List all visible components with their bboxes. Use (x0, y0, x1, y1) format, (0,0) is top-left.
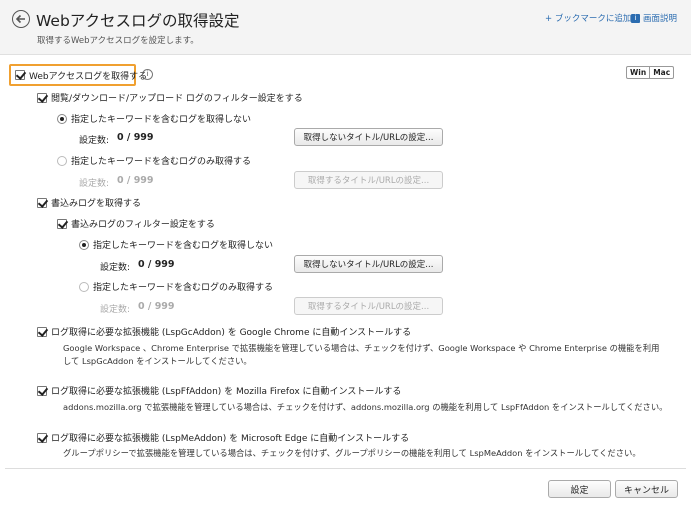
info-icon[interactable]: i (142, 69, 153, 80)
edge-addon-desc-line1: グループポリシーで拡張機能を管理している場合は、チェックを付けず、グループポリシ… (63, 448, 641, 458)
firefox-addon-checkbox[interactable] (37, 385, 47, 396)
help-link-label: 画面説明 (643, 14, 678, 24)
chrome-addon-checkbox[interactable] (37, 326, 47, 337)
write-exclude-label[interactable]: 指定したキーワードを含むログを取得しない (93, 238, 273, 251)
info-icon: i (631, 13, 640, 23)
write-exclude-count-label: 設定数: (100, 263, 131, 273)
browse-include-label[interactable]: 指定したキーワードを含むログのみ取得する (71, 154, 251, 167)
write-filter-checkbox[interactable] (57, 218, 67, 229)
chrome-addon-desc-line2: して LspGcAddon をインストールしてください。 (63, 356, 252, 366)
browse-filter-row: 閲覧/ダウンロード/アップロード ログのフィルター設定をする (37, 91, 303, 104)
firefox-addon-label[interactable]: ログ取得に必要な拡張機能 (LspFfAddon) を Mozilla Fire… (51, 384, 401, 397)
write-exclude-radio[interactable] (79, 239, 89, 250)
back-button[interactable] (12, 10, 30, 28)
page-header: Webアクセスログの取得設定 取得するWebアクセスログを設定します。 + ブッ… (0, 0, 691, 55)
edge-addon-description: グループポリシーで拡張機能を管理している場合は、チェックを付けず、グループポリシ… (63, 447, 641, 460)
write-include-label[interactable]: 指定したキーワードを含むログのみ取得する (93, 280, 273, 293)
write-log-checkbox[interactable] (37, 197, 47, 208)
add-bookmark-link[interactable]: + ブックマークに追加 (545, 12, 631, 24)
write-include-row: 指定したキーワードを含むログのみ取得する (79, 280, 273, 293)
edge-addon-row: ログ取得に必要な拡張機能 (LspMeAddon) を Microsoft Ed… (37, 431, 409, 444)
page-title: Webアクセスログの取得設定 (36, 12, 240, 30)
browse-include-count: 0 / 999 (117, 175, 154, 186)
write-exclude-settings-button[interactable]: 取得しないタイトル/URLの設定... (294, 255, 443, 273)
win-toggle[interactable]: Win (627, 67, 649, 78)
os-toggle: Win Mac (626, 66, 675, 79)
firefox-addon-desc-line1: addons.mozilla.org で拡張機能を管理している場合は、チェックを… (63, 402, 668, 412)
browse-filter-label[interactable]: 閲覧/ダウンロード/アップロード ログのフィルター設定をする (51, 91, 303, 104)
browse-include-radio[interactable] (57, 155, 67, 166)
write-exclude-count: 0 / 999 (138, 259, 175, 270)
arrow-left-icon (16, 14, 25, 24)
help-link[interactable]: i 画面説明 (631, 12, 677, 24)
write-include-settings-button[interactable]: 取得するタイトル/URLの設定... (294, 297, 443, 315)
footer: 設定 キャンセル (0, 469, 691, 508)
write-include-count: 0 / 999 (138, 301, 175, 312)
write-log-label[interactable]: 書込みログを取得する (51, 196, 141, 209)
write-exclude-row: 指定したキーワードを含むログを取得しない (79, 238, 273, 251)
chrome-addon-desc-line1: Google Workspace 、Chrome Enterprise で拡張機… (63, 343, 660, 353)
write-include-radio[interactable] (79, 281, 89, 292)
browse-exclude-row: 指定したキーワードを含むログを取得しない (57, 112, 251, 125)
firefox-addon-row: ログ取得に必要な拡張機能 (LspFfAddon) を Mozilla Fire… (37, 384, 401, 397)
edge-addon-label[interactable]: ログ取得に必要な拡張機能 (LspMeAddon) を Microsoft Ed… (51, 431, 409, 444)
browse-exclude-label[interactable]: 指定したキーワードを含むログを取得しない (71, 112, 251, 125)
page-subtitle: 取得するWebアクセスログを設定します。 (37, 36, 199, 46)
write-filter-label[interactable]: 書込みログのフィルター設定をする (71, 217, 215, 230)
enable-web-log-checkbox[interactable] (15, 70, 25, 80)
write-include-count-label: 設定数: (100, 305, 131, 315)
enable-web-log-label[interactable]: Webアクセスログを取得する (29, 69, 147, 82)
firefox-addon-description: addons.mozilla.org で拡張機能を管理している場合は、チェックを… (63, 401, 667, 414)
browse-exclude-settings-button[interactable]: 取得しないタイトル/URLの設定... (294, 128, 443, 146)
browse-exclude-radio[interactable] (57, 113, 67, 124)
chrome-addon-label[interactable]: ログ取得に必要な拡張機能 (LspGcAddon) を Google Chrom… (51, 325, 411, 338)
browse-exclude-count-label: 設定数: (79, 136, 110, 146)
chrome-addon-row: ログ取得に必要な拡張機能 (LspGcAddon) を Google Chrom… (37, 325, 411, 338)
cancel-button[interactable]: キャンセル (615, 480, 678, 498)
browse-include-settings-button[interactable]: 取得するタイトル/URLの設定... (294, 171, 443, 189)
browse-include-row: 指定したキーワードを含むログのみ取得する (57, 154, 251, 167)
chrome-addon-description: Google Workspace 、Chrome Enterprise で拡張機… (63, 342, 659, 368)
write-log-row: 書込みログを取得する (37, 196, 141, 209)
edge-addon-checkbox[interactable] (37, 432, 47, 443)
browse-exclude-count: 0 / 999 (117, 132, 154, 143)
browse-include-count-label: 設定数: (79, 179, 110, 189)
mac-toggle[interactable]: Mac (649, 67, 673, 78)
write-filter-row: 書込みログのフィルター設定をする (57, 217, 215, 230)
browse-filter-checkbox[interactable] (37, 92, 47, 103)
save-button[interactable]: 設定 (548, 480, 611, 498)
enable-web-log-row: Webアクセスログを取得する (9, 64, 147, 86)
